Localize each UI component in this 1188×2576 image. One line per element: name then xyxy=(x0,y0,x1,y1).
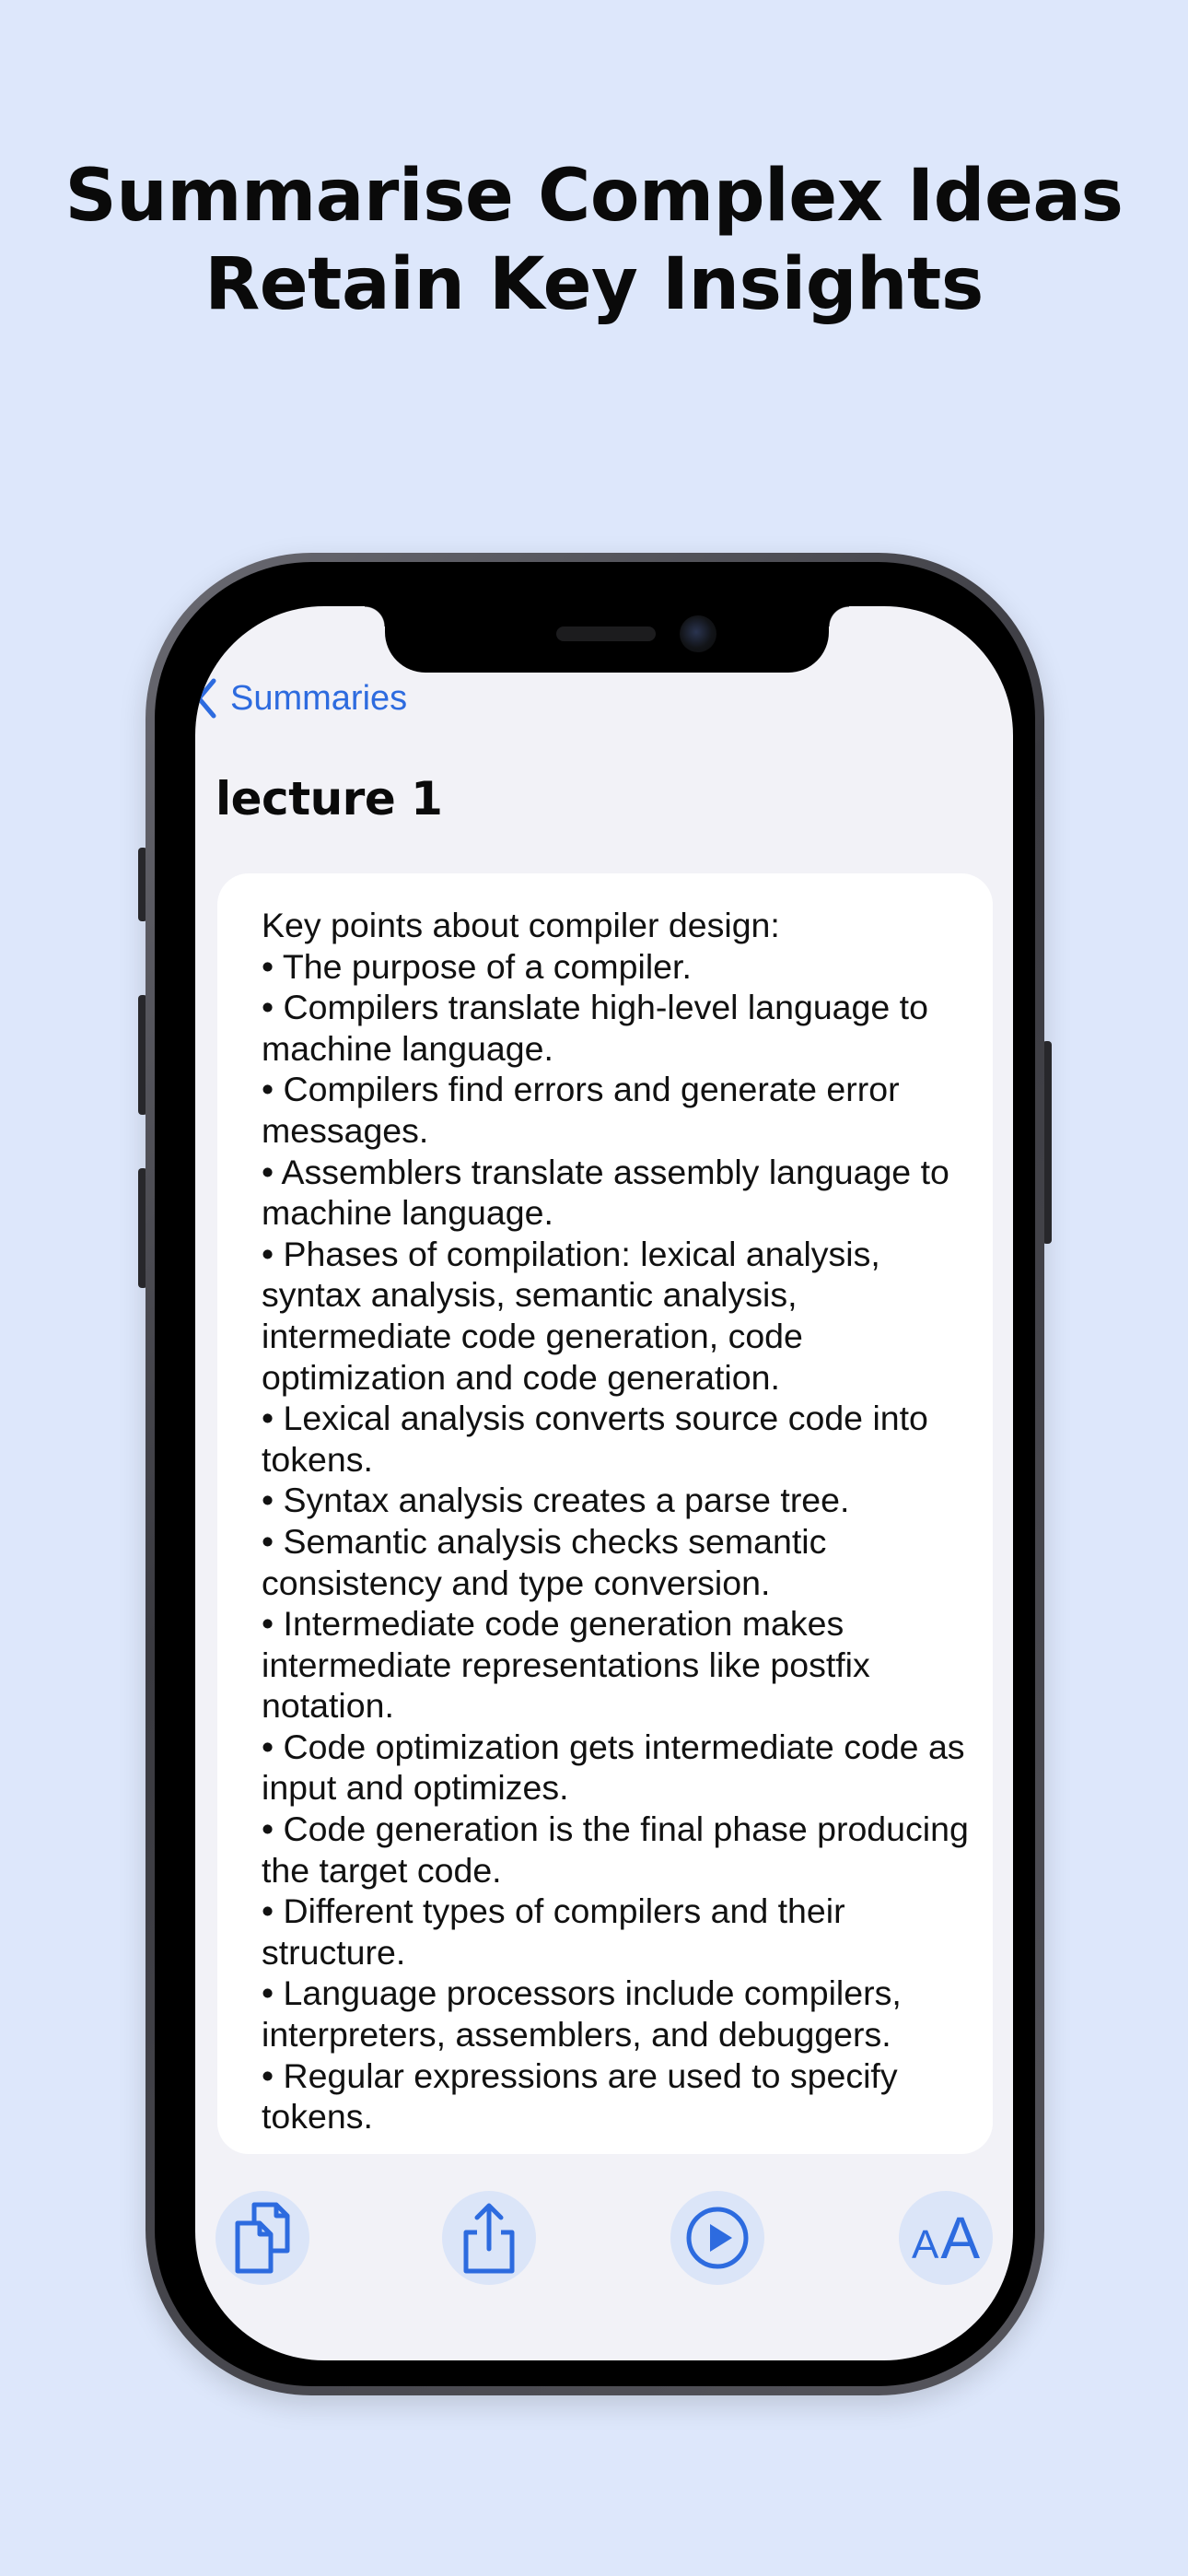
phone-screen: Summaries lecture 1 Key points about com… xyxy=(195,606,1013,2360)
speaker-grille xyxy=(556,626,656,641)
back-button-label: Summaries xyxy=(230,678,408,718)
summary-bullet: • Different types of compilers and their… xyxy=(262,1891,845,1972)
summary-bullet: • Phases of compilation: lexical analysi… xyxy=(262,1234,880,1397)
text-size-icon: A A xyxy=(912,2204,980,2272)
summary-bullet: • Compilers translate high-level languag… xyxy=(262,988,928,1068)
summary-bullet: • Intermediate code generation makes int… xyxy=(262,1604,870,1726)
copy-icon xyxy=(230,2199,295,2277)
phone-bezel: Summaries lecture 1 Key points about com… xyxy=(155,562,1035,2386)
summary-bullet: • Assemblers translate assembly language… xyxy=(262,1152,949,1233)
text-size-button[interactable]: A A xyxy=(899,2191,993,2285)
chevron-left-icon xyxy=(195,678,217,719)
summary-bullet: • Code optimization gets intermediate co… xyxy=(262,1727,965,1808)
notch xyxy=(365,606,849,673)
text-size-small-a: A xyxy=(911,2222,939,2267)
summary-bullet: • Syntax analysis creates a parse tree. xyxy=(262,1481,850,1520)
play-button[interactable] xyxy=(670,2191,764,2285)
summary-text: Key points about compiler design: • The p… xyxy=(262,905,971,2137)
summary-bullet: • Regular expressions are used to specif… xyxy=(262,2055,898,2137)
summary-bullet: • Lexical analysis converts source code … xyxy=(262,1399,928,1479)
front-camera xyxy=(680,615,716,652)
marketing-headline: Summarise Complex Ideas Retain Key Insig… xyxy=(0,152,1188,329)
summary-bullet: • Semantic analysis checks semantic cons… xyxy=(262,1521,827,1602)
share-icon xyxy=(459,2201,519,2275)
back-button[interactable]: Summaries xyxy=(195,671,407,726)
page-title: lecture 1 xyxy=(215,772,443,825)
text-size-big-a: A xyxy=(940,2205,981,2271)
summary-heading: Key points about compiler design: xyxy=(262,906,780,944)
summary-card[interactable]: Key points about compiler design: • The p… xyxy=(217,873,993,2154)
phone-frame: Summaries lecture 1 Key points about com… xyxy=(146,553,1044,2395)
headline-line-2: Retain Key Insights xyxy=(204,243,984,326)
bottom-toolbar: A A xyxy=(195,2191,1013,2292)
play-icon xyxy=(684,2205,751,2271)
summary-bullet: • The purpose of a compiler. xyxy=(262,946,692,986)
summary-bullet: • Code generation is the final phase pro… xyxy=(262,1809,969,1890)
share-button[interactable] xyxy=(442,2191,536,2285)
summary-bullet: • Compilers find errors and generate err… xyxy=(262,1070,900,1150)
summary-bullet: • Language processors include compilers,… xyxy=(262,1973,902,2055)
headline-line-1: Summarise Complex Ideas xyxy=(64,155,1124,238)
copy-button[interactable] xyxy=(215,2191,309,2285)
